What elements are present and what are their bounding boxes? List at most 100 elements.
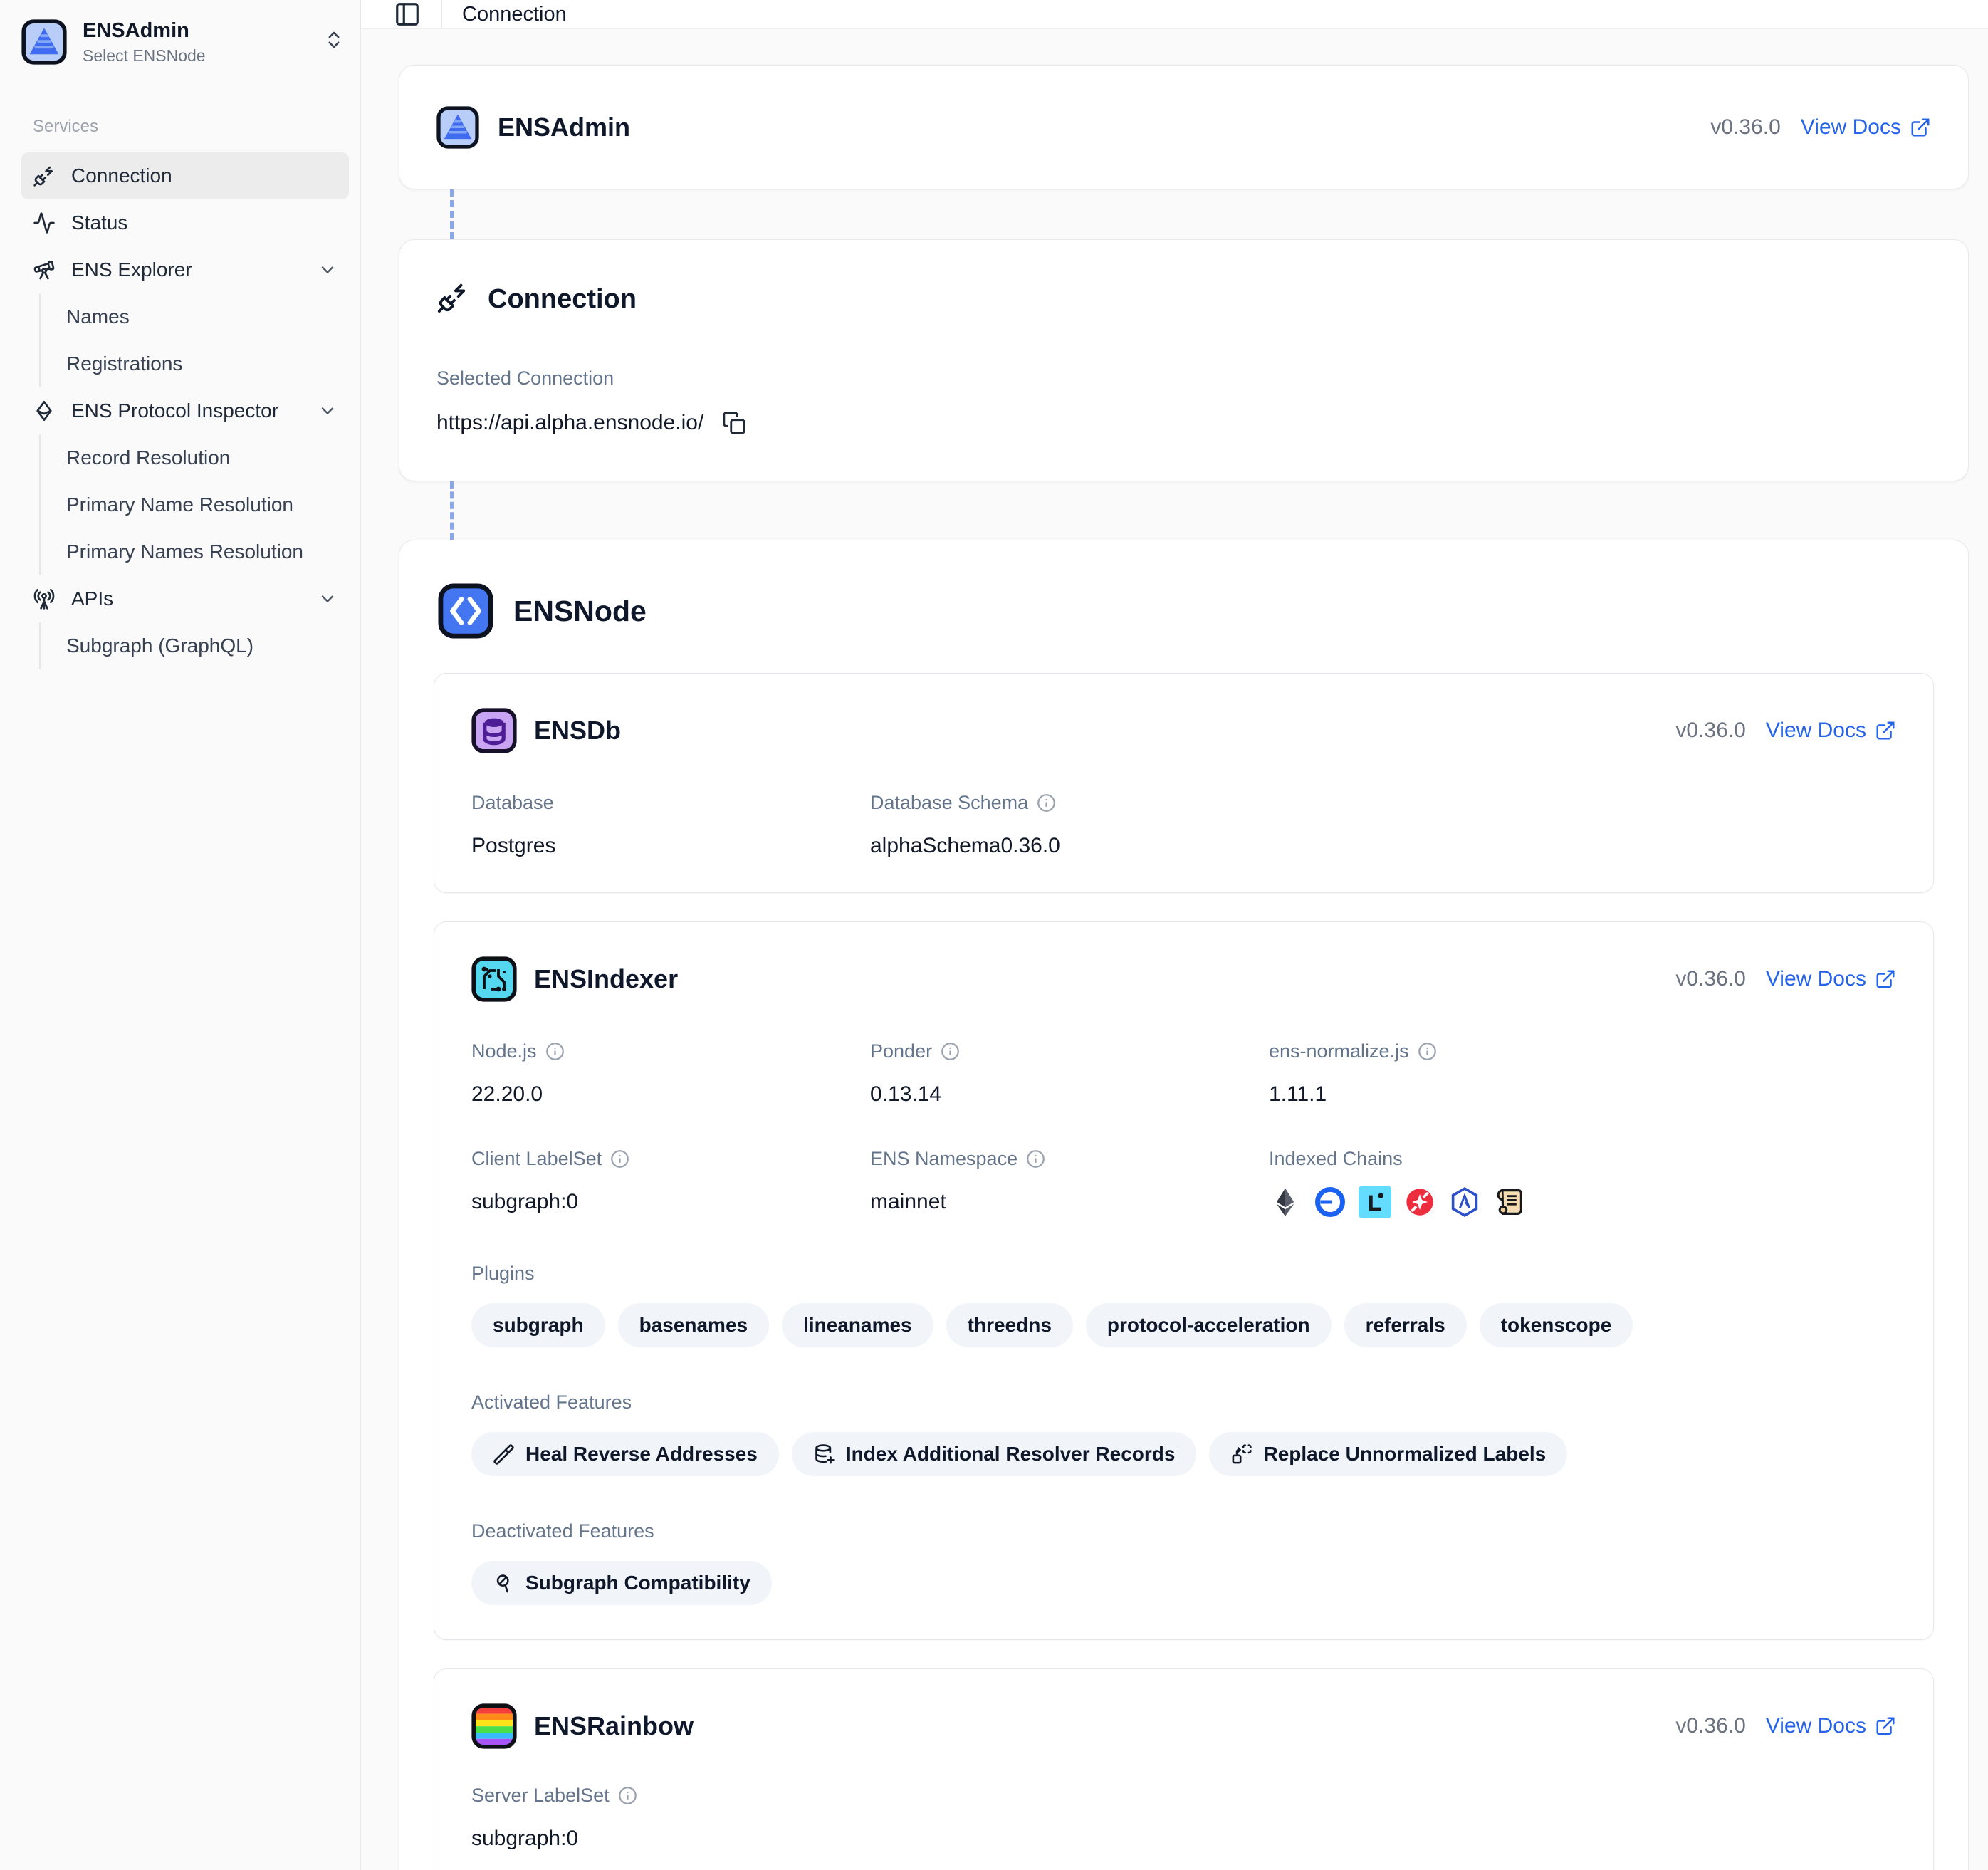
ensdb-logo-icon (471, 708, 517, 753)
field-nodejs: Node.js 22.20.0 (471, 1040, 870, 1107)
replace-icon (1230, 1443, 1252, 1466)
chevron-down-icon (318, 589, 338, 609)
ensnode-logo-icon (438, 583, 493, 639)
sidebar-item-label: Registrations (66, 352, 182, 375)
info-icon[interactable] (1037, 793, 1056, 813)
indexed-chains-row (1269, 1186, 1896, 1218)
field-label: ENS Namespace (870, 1148, 1017, 1170)
field-label: Client LabelSet (471, 1148, 602, 1170)
ethereum-icon (33, 399, 56, 422)
field-database-schema: Database Schema alphaSchema0.36.0 (870, 792, 1269, 858)
ensrainbow-logo-icon (471, 1703, 517, 1749)
wand-icon (493, 1443, 515, 1466)
field-value: 1.11.1 (1269, 1082, 1896, 1107)
graph-pin-icon (493, 1572, 515, 1594)
ensindexer-card: ENSIndexer v0.36.0 View Docs Node.js (434, 921, 1934, 1640)
sidebar-item-label: Record Resolution (66, 446, 230, 469)
telescope-icon (33, 258, 56, 281)
sidebar-item-primary-names-resolution[interactable]: Primary Names Resolution (39, 528, 349, 575)
connector-line (450, 481, 1988, 540)
info-icon[interactable] (545, 1042, 565, 1061)
radio-tower-icon (33, 587, 56, 610)
ensdb-version: v0.36.0 (1675, 719, 1745, 743)
linea-icon (1359, 1186, 1391, 1218)
ensdb-view-docs-link[interactable]: View Docs (1766, 719, 1896, 743)
sidebar-toggle-icon[interactable] (394, 1, 421, 28)
field-label: ens-normalize.js (1269, 1040, 1409, 1062)
plug-zap-icon (436, 281, 469, 318)
sidebar-item-primary-name-resolution[interactable]: Primary Name Resolution (39, 481, 349, 528)
sidebar-item-record-resolution[interactable]: Record Resolution (39, 434, 349, 481)
ensindexer-view-docs-link[interactable]: View Docs (1766, 967, 1896, 991)
arbitrum-icon (1448, 1186, 1481, 1218)
ensnode-card: ENSNode ENSDb v0.36.0 View Docs (399, 540, 1969, 1870)
main-area: Connection ENSAdmin v0.36.0 View Docs (361, 0, 1988, 1870)
ensadmin-view-docs-link[interactable]: View Docs (1801, 115, 1931, 140)
sidebar-item-label: Primary Names Resolution (66, 540, 303, 563)
ensrainbow-title: ENSRainbow (534, 1711, 694, 1741)
ensdb-title: ENSDb (534, 716, 621, 746)
info-icon[interactable] (1418, 1042, 1437, 1061)
feature-badge-label: Subgraph Compatibility (525, 1572, 750, 1594)
copy-icon[interactable] (722, 411, 746, 435)
base-icon (1314, 1186, 1346, 1218)
info-icon[interactable] (941, 1042, 960, 1061)
sidebar-item-connection[interactable]: Connection (21, 152, 349, 199)
field-value: subgraph:0 (471, 1827, 870, 1851)
sidebar-item-ens-protocol-inspector[interactable]: ENS Protocol Inspector (21, 387, 349, 434)
sidebar-menu: Connection Status ENS Explorer Names Registr… (21, 152, 349, 669)
feature-badge-label: Index Additional Resolver Records (846, 1443, 1176, 1466)
sidebar-item-apis[interactable]: APIs (21, 575, 349, 622)
external-link-icon (1910, 117, 1931, 138)
sidebar-item-label: Names (66, 305, 130, 328)
info-icon[interactable] (610, 1149, 629, 1169)
ensrainbow-view-docs-link[interactable]: View Docs (1766, 1714, 1896, 1738)
feature-badge-label: Heal Reverse Addresses (525, 1443, 758, 1466)
connection-card-title: Connection (488, 284, 637, 315)
info-icon[interactable] (618, 1786, 637, 1805)
connector-line (450, 189, 1988, 239)
field-label: Server LabelSet (471, 1785, 610, 1807)
plugin-badge-referrals: referrals (1344, 1303, 1467, 1347)
sidebar-item-names[interactable]: Names (39, 293, 349, 340)
plugin-badge-subgraph: subgraph (471, 1303, 605, 1347)
optimism-icon (1403, 1186, 1436, 1218)
app-subtitle: Select ENSNode (83, 46, 206, 66)
sidebar-item-label: Connection (71, 164, 172, 187)
sidebar-item-label: ENS Explorer (71, 258, 192, 281)
sidebar-item-registrations[interactable]: Registrations (39, 340, 349, 387)
ensindexer-title: ENSIndexer (534, 964, 678, 994)
chevrons-up-down-icon[interactable] (323, 29, 345, 54)
app-title: ENSAdmin (83, 19, 206, 43)
feature-badge-subgraph-compatibility: Subgraph Compatibility (471, 1561, 772, 1605)
view-docs-label: View Docs (1766, 1714, 1866, 1738)
field-label: Database Schema (870, 792, 1028, 814)
ensdb-card: ENSDb v0.36.0 View Docs Database P (434, 673, 1934, 893)
connection-url: https://api.alpha.ensnode.io/ (436, 411, 703, 435)
field-database: Database Postgres (471, 792, 870, 858)
deactivated-features-row: Subgraph Compatibility (471, 1561, 1896, 1605)
database-plus-icon (813, 1443, 835, 1466)
plugin-badge-tokenscope: tokenscope (1480, 1303, 1633, 1347)
sidebar-item-subgraph-graphql[interactable]: Subgraph (GraphQL) (39, 622, 349, 669)
field-ponder: Ponder 0.13.14 (870, 1040, 1269, 1107)
sidebar-item-label: Status (71, 211, 127, 234)
feature-badge-replace-unnormalized-labels: Replace Unnormalized Labels (1209, 1432, 1567, 1476)
plug-zap-icon (33, 164, 56, 187)
connection-card: Connection Selected Connection https://a… (399, 239, 1969, 481)
sidebar-item-ens-explorer[interactable]: ENS Explorer (21, 246, 349, 293)
ensnode-selector[interactable]: ENSAdmin Select ENSNode (21, 19, 349, 66)
info-icon[interactable] (1026, 1149, 1045, 1169)
topbar-divider (441, 0, 442, 28)
field-value: 0.13.14 (870, 1082, 1269, 1107)
field-ens-namespace: ENS Namespace mainnet (870, 1148, 1269, 1218)
field-label: Ponder (870, 1040, 932, 1062)
activated-features-label: Activated Features (471, 1391, 1896, 1414)
sidebar: ENSAdmin Select ENSNode Services Connect… (0, 0, 361, 1870)
sidebar-item-status[interactable]: Status (21, 199, 349, 246)
sidebar-section-label: Services (21, 117, 349, 137)
indexed-chains-label: Indexed Chains (1269, 1148, 1896, 1170)
sidebar-item-label: Primary Name Resolution (66, 493, 293, 516)
content: ENSAdmin v0.36.0 View Docs (361, 29, 1988, 1870)
field-ens-normalize: ens-normalize.js 1.11.1 (1269, 1040, 1896, 1107)
